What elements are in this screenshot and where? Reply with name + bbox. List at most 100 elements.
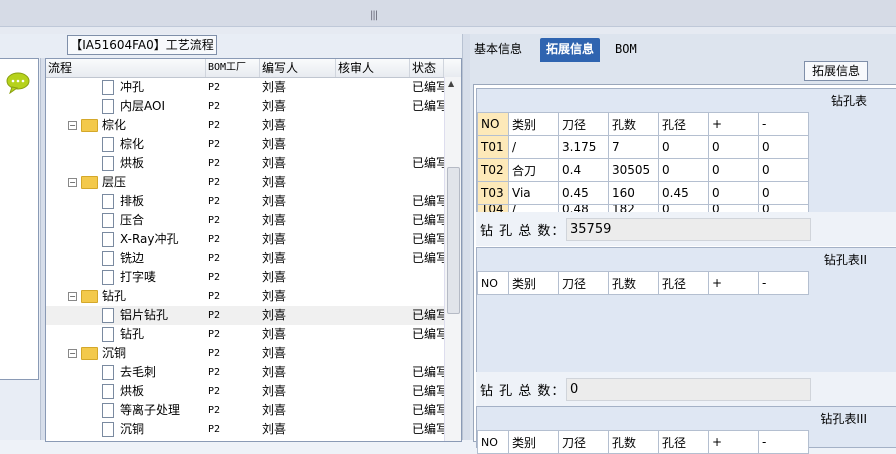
col-process[interactable]: 流程 — [46, 59, 206, 77]
table-cell[interactable]: 0 — [708, 181, 759, 205]
header-cell: 孔径 — [658, 430, 709, 454]
tree-node[interactable]: 去毛刺 — [102, 363, 206, 382]
table-row[interactable]: T03 Via 0.45 160 0.45 0 0 — [477, 181, 809, 205]
tab-basic-info[interactable]: 基本信息 — [474, 38, 522, 62]
tree-row[interactable]: 沉铜 P2 刘喜 已编写 — [46, 420, 444, 439]
tree-row[interactable]: 打字唛 P2 刘喜 — [46, 268, 444, 287]
tree-row[interactable]: 铝片钻孔 P2 刘喜 已编写 — [46, 306, 444, 325]
author-cell: 刘喜 — [262, 99, 287, 113]
tree-node[interactable]: − 棕化 — [68, 116, 206, 135]
tree-row[interactable]: 冲孔 P2 刘喜 已编写 — [46, 78, 444, 97]
tab-bom[interactable]: BOM — [615, 38, 637, 62]
tree-node[interactable]: 打字唛 — [102, 268, 206, 287]
tree-row[interactable]: X-Ray冲孔 P2 刘喜 已编写 — [46, 230, 444, 249]
table-cell[interactable]: 3.175 — [558, 135, 609, 159]
table-cell[interactable]: 0 — [658, 158, 709, 182]
table-cell[interactable]: 0 — [708, 158, 759, 182]
status-cell: 已编写 — [412, 365, 444, 379]
tree-row[interactable]: 排板 P2 刘喜 已编写 — [46, 192, 444, 211]
table-cell[interactable]: 0.45 — [658, 181, 709, 205]
tree-node[interactable]: 钻孔 — [102, 325, 206, 344]
drill-table-3-title: 钻孔表III — [820, 412, 867, 426]
table-cell[interactable]: T01 — [477, 135, 509, 159]
table-cell[interactable]: 7 — [608, 135, 659, 159]
header-cell: 孔数 — [608, 271, 659, 295]
tree-node[interactable]: − 钻孔 — [68, 287, 206, 306]
tree-row[interactable]: − 棕化 P2 刘喜 — [46, 116, 444, 135]
col-reviewer[interactable]: 核审人 — [336, 59, 410, 77]
col-status[interactable]: 状态 — [410, 59, 444, 77]
tree-node[interactable]: − 层压 — [68, 173, 206, 192]
table-cell[interactable]: 0 — [658, 135, 709, 159]
author-cell: 刘喜 — [262, 175, 287, 189]
header-cell: 刀径 — [558, 112, 609, 136]
table-row[interactable]: T01/3.175 7 0 0 0 — [477, 135, 809, 159]
tree-node[interactable]: 铣边 — [102, 249, 206, 268]
table-cell[interactable]: 0 — [708, 135, 759, 159]
collapse-icon[interactable]: − — [68, 292, 77, 301]
scroll-up-icon[interactable]: ▲ — [448, 79, 454, 88]
tree-node[interactable]: 内层AOI — [102, 97, 206, 116]
tree-node-label: 烘板 — [120, 384, 145, 398]
chat-bubble-icon[interactable] — [6, 72, 30, 95]
table-cell[interactable]: 0 — [758, 158, 809, 182]
table-cell[interactable]: 160 — [608, 181, 659, 205]
table-cell[interactable]: 30505 — [608, 158, 659, 182]
tree-node-label: 棕化 — [102, 118, 127, 132]
collapse-icon[interactable]: − — [68, 178, 77, 187]
table-cell[interactable]: 0 — [758, 181, 809, 205]
tree-node[interactable]: 烘板 — [102, 154, 206, 173]
document-icon — [102, 270, 114, 285]
tree-scrollbar[interactable]: ▲ — [444, 77, 461, 441]
col-bom[interactable]: BOM工厂 — [206, 59, 260, 77]
status-cell: 已编写 — [412, 156, 444, 170]
tree-node-label: 层压 — [102, 175, 127, 189]
tree-node-label: 铣边 — [120, 251, 145, 265]
extended-info-button[interactable]: 拓展信息 — [804, 61, 868, 81]
table-cell[interactable]: / — [508, 135, 559, 159]
tree-node[interactable]: 压合 — [102, 211, 206, 230]
tree-row[interactable]: 内层AOI P2 刘喜 已编写 — [46, 97, 444, 116]
table-cell[interactable]: 0 — [758, 135, 809, 159]
tree-row[interactable]: 烘板 P2 刘喜 已编写 — [46, 154, 444, 173]
table-cell[interactable]: 0.4 — [558, 158, 609, 182]
table-cell[interactable]: T02 — [477, 158, 509, 182]
table-row[interactable]: T02 合刀 0.4 30505 0 0 0 — [477, 158, 809, 182]
tree-node[interactable]: 烘板 — [102, 382, 206, 401]
tree-node-label: 钻孔 — [120, 327, 145, 341]
header-cell: - — [758, 430, 809, 454]
tree-row[interactable]: − 层压 P2 刘喜 — [46, 173, 444, 192]
tab-extended-info[interactable]: 拓展信息 — [540, 38, 601, 62]
tree-row[interactable]: 棕化 P2 刘喜 — [46, 135, 444, 154]
tree-row[interactable]: − 钻孔 P2 刘喜 — [46, 287, 444, 306]
tree-row[interactable]: 去毛刺 P2 刘喜 已编写 — [46, 363, 444, 382]
tree-row[interactable]: 压合 P2 刘喜 已编写 — [46, 211, 444, 230]
tree-node[interactable]: − 沉铜 — [68, 344, 206, 363]
tree-node[interactable]: 等离子处理 — [102, 401, 206, 420]
tree-node[interactable]: 沉铜 — [102, 420, 206, 439]
tree-node[interactable]: 铝片钻孔 — [102, 306, 206, 325]
table-cell[interactable]: Via — [508, 181, 559, 205]
bom-cell: P2 — [208, 253, 221, 264]
author-cell: 刘喜 — [262, 308, 287, 322]
tree-row[interactable]: 等离子处理 P2 刘喜 已编写 — [46, 401, 444, 420]
table-cell[interactable]: 合刀 — [508, 158, 559, 182]
tree-node[interactable]: 排板 — [102, 192, 206, 211]
tree-node[interactable]: 棕化 — [102, 135, 206, 154]
splitter-grip-icon[interactable]: ||| — [370, 10, 378, 21]
table-cell[interactable]: T03 — [477, 181, 509, 205]
process-title-button[interactable]: 【IA51604FA0】工艺流程 — [67, 35, 217, 55]
scroll-thumb[interactable] — [447, 167, 460, 314]
collapse-icon[interactable]: − — [68, 121, 77, 130]
tree-row[interactable]: 烘板 P2 刘喜 已编写 — [46, 382, 444, 401]
col-author[interactable]: 编写人 — [260, 59, 336, 77]
tree-node[interactable]: 冲孔 — [102, 78, 206, 97]
table-cell[interactable]: 0.45 — [558, 181, 609, 205]
tree-node[interactable]: X-Ray冲孔 — [102, 230, 206, 249]
tree-row[interactable]: − 沉铜 P2 刘喜 — [46, 344, 444, 363]
tree-row[interactable]: 钻孔 P2 刘喜 已编写 — [46, 325, 444, 344]
folder-icon — [81, 347, 98, 360]
document-icon — [102, 137, 114, 152]
collapse-icon[interactable]: − — [68, 349, 77, 358]
tree-row[interactable]: 铣边 P2 刘喜 已编写 — [46, 249, 444, 268]
